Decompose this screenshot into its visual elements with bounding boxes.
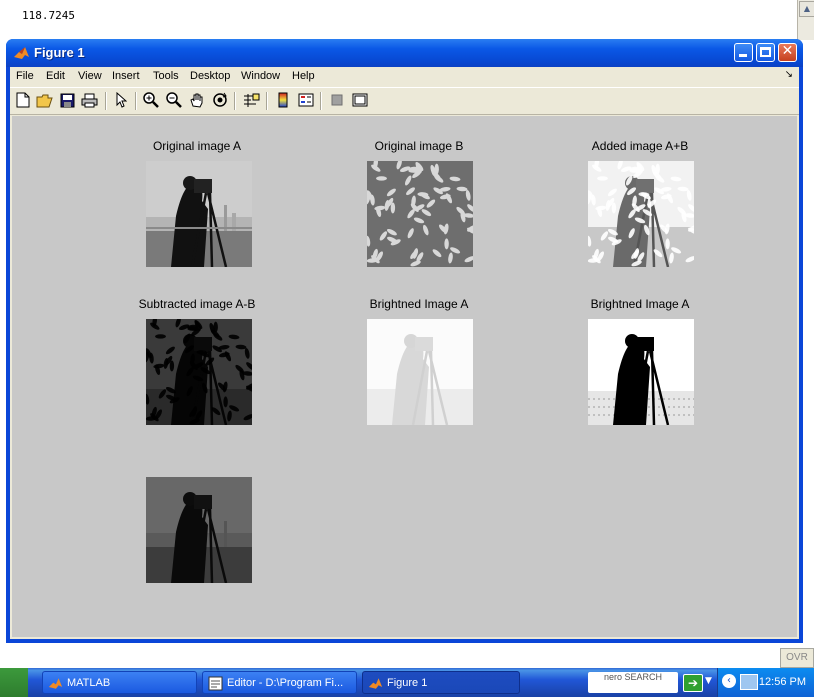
rice-grain [223,396,228,408]
toolbar-separator [266,92,268,110]
rice-grain [665,238,670,250]
menu-file[interactable]: File [16,70,34,82]
subplot-image-brightened[interactable] [367,319,473,425]
hide-plot-tools-icon[interactable] [328,91,346,109]
toolbar-dropdown-icon[interactable]: ▼ [705,676,712,686]
toolbar-separator [135,92,137,110]
menu-insert[interactable]: Insert [112,70,140,82]
menu-help[interactable]: Help [292,70,315,82]
subplot-image-added[interactable] [588,161,694,267]
figure-titlebar[interactable]: Figure 1 ✕ [6,39,803,67]
task-label: MATLAB [67,677,111,689]
menu-desktop[interactable]: Desktop [190,70,230,82]
subplot-image-high-contrast[interactable] [588,319,694,425]
select-arrow-icon[interactable] [112,91,130,109]
menu-view[interactable]: View [78,70,102,82]
rice-grain [155,334,166,339]
data-cursor-icon[interactable] [242,91,260,109]
subplot-title: Subtracted image A-B [138,297,256,311]
colorbar-icon[interactable] [274,91,292,109]
subplot-title: Brightned Image A [369,297,469,311]
close-icon: ✕ [781,43,794,59]
menu-edit[interactable]: Edit [46,70,65,82]
subplot-title: Original image B [374,139,464,153]
menu-window[interactable]: Window [241,70,280,82]
figure-title: Figure 1 [34,45,85,60]
pan-hand-icon[interactable] [188,91,206,109]
new-figure-icon[interactable] [14,91,32,109]
toolbar-separator [105,92,107,110]
minimize-button[interactable] [734,43,753,62]
task-matlab[interactable]: MATLAB [42,671,197,694]
task-label: Editor - D:\Program Fi... [227,677,344,689]
toolbar-separator [320,92,322,110]
figure-window[interactable]: Figure 1 ✕ File Edit View Insert Tools D… [6,39,803,643]
maximize-icon [760,47,771,57]
minimize-icon [739,54,747,57]
subplot-image-original-b[interactable] [367,161,473,267]
rice-grain [597,176,608,181]
save-icon[interactable] [58,91,76,109]
subplot-image-original-a[interactable] [146,161,252,267]
command-scrollbar[interactable]: ▲ [797,0,814,40]
toolbar-separator [234,92,236,110]
subplot-title: Added image A+B [591,139,689,153]
task-figure-1[interactable]: Figure 1 [362,671,520,694]
close-button[interactable]: ✕ [778,43,797,62]
windows-taskbar: MATLAB Editor - D:\Program Fi... Figure … [0,668,814,697]
command-output: 118.7245 [22,9,75,22]
ovr-status: OVR [780,648,814,668]
system-tray: ‹ 12:56 PM [717,668,814,697]
figure-canvas[interactable]: Original image A Original image B Added … [12,116,797,637]
subplot-title: Original image A [152,139,242,153]
start-button[interactable] [0,668,28,697]
network-icon[interactable] [740,674,758,690]
scroll-up-icon[interactable]: ▲ [799,1,814,17]
nero-search-toolbar[interactable]: nero SEARCH [588,672,678,693]
rice-grain [376,176,387,181]
rice-grain [444,238,449,250]
subplot-title: Brightned Image A [590,297,690,311]
task-editor[interactable]: Editor - D:\Program Fi... [202,671,357,694]
maximize-button[interactable] [756,43,775,62]
dock-arrow-icon[interactable]: ↘ [785,69,793,80]
menu-tools[interactable]: Tools [153,70,179,82]
print-icon[interactable] [80,91,98,109]
matlab-logo-icon [368,678,383,689]
menu-bar: File Edit View Insert Tools Desktop Wind… [10,67,799,87]
subplot-image-subtracted[interactable] [146,319,252,425]
editor-icon [208,676,223,691]
open-file-icon[interactable] [36,91,54,109]
matlab-logo-icon [48,678,63,689]
show-plot-tools-icon[interactable] [351,91,369,109]
legend-icon[interactable] [297,91,315,109]
zoom-out-icon[interactable] [165,91,183,109]
matlab-logo-icon [14,47,29,59]
nero-search-label: nero SEARCH [603,672,663,682]
rotate-3d-icon[interactable] [211,91,229,109]
subplot-image-darkened[interactable] [146,477,252,583]
tray-expand-icon[interactable]: ‹ [722,674,736,688]
go-arrow-icon[interactable]: ➔ [683,674,703,692]
zoom-in-icon[interactable] [142,91,160,109]
clock: 12:56 PM [758,676,806,688]
figure-toolbar [10,87,799,115]
task-label: Figure 1 [387,677,428,689]
